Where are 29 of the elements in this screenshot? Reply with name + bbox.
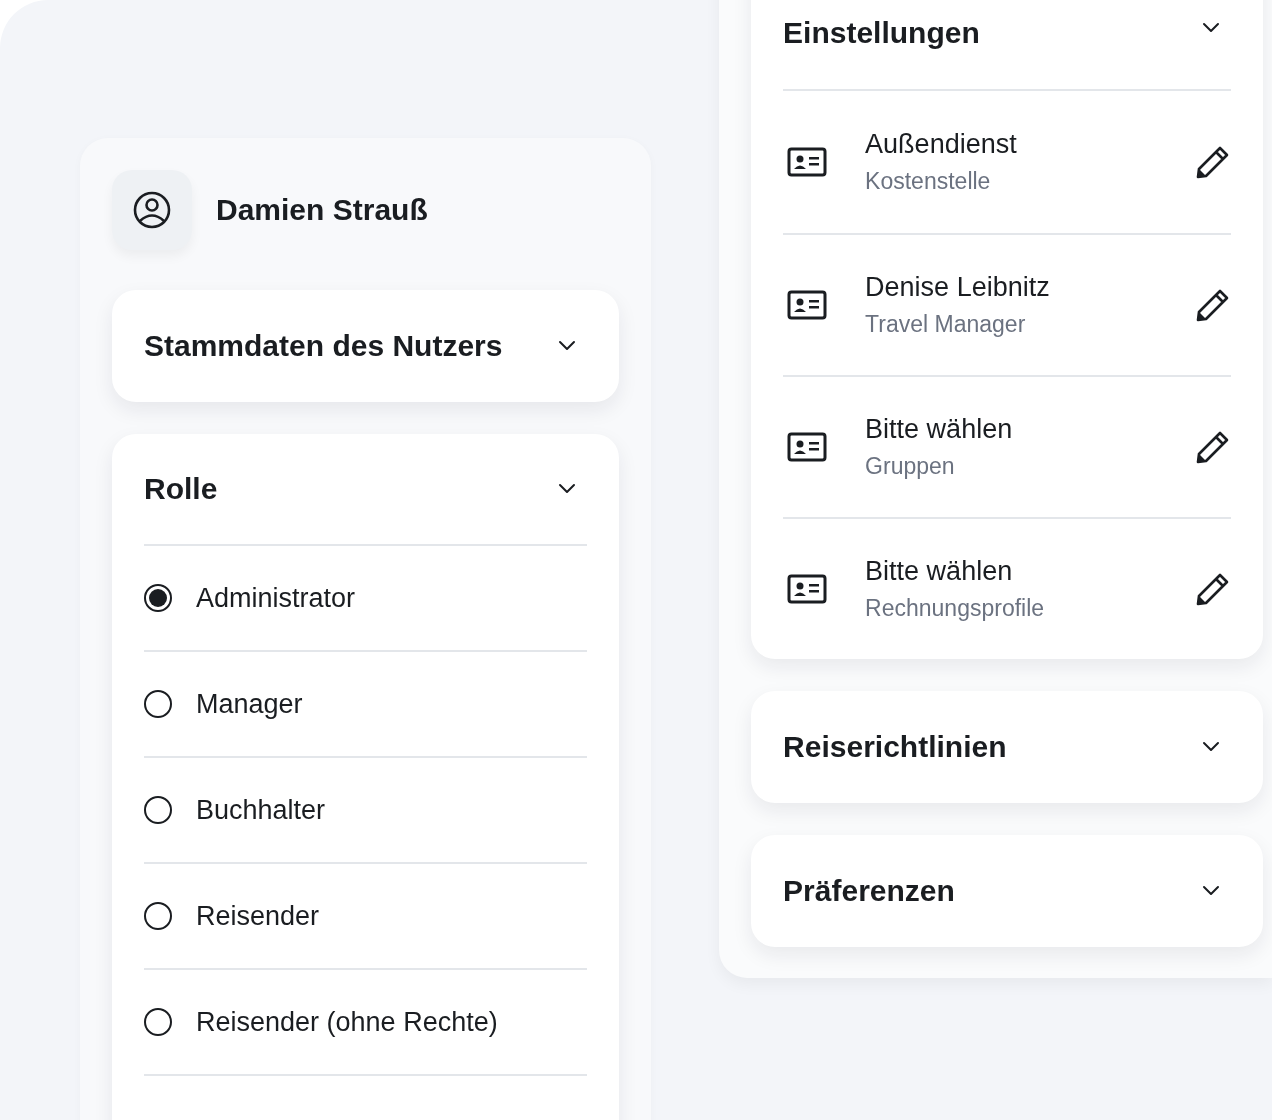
section-header[interactable]: Reiserichtlinien (751, 691, 1264, 803)
section-header[interactable]: Präferenzen (751, 835, 1264, 947)
section-header[interactable]: Einstellungen (783, 0, 1232, 91)
role-option[interactable]: Buchhalter (196, 794, 326, 826)
radio-button[interactable] (144, 902, 172, 930)
role-option[interactable]: Reisender (ohne Rechte) (196, 1006, 498, 1038)
id-card-icon (787, 146, 828, 178)
setting-label: Travel Manager (865, 311, 1027, 338)
section-header[interactable]: Rolle (144, 434, 588, 546)
radio-button[interactable] (144, 584, 172, 612)
role-option[interactable]: Administrator (196, 582, 356, 614)
radio-button[interactable] (144, 690, 172, 718)
radio-button[interactable] (144, 1008, 172, 1036)
radio-button[interactable] (144, 796, 172, 824)
setting-label: Rechnungsprofile (865, 595, 1046, 622)
section-header[interactable]: Stammdaten des Nutzers (112, 290, 620, 402)
setting-label: Gruppen (865, 453, 956, 480)
user-name: Damien Strauß (216, 193, 428, 227)
setting-value: Bitte wählen (865, 556, 1014, 587)
setting-value: Denise Leibnitz (865, 272, 1051, 303)
role-option[interactable]: Reisender (196, 900, 320, 932)
setting-value: Bitte wählen (865, 414, 1014, 445)
setting-label: Kostenstelle (865, 168, 992, 195)
id-card-icon (787, 431, 828, 463)
id-card-icon (787, 289, 828, 321)
user-avatar-icon (132, 190, 172, 230)
role-option[interactable]: Manager (196, 688, 303, 720)
setting-value: Außendienst (865, 129, 1018, 160)
id-card-icon (787, 573, 828, 605)
